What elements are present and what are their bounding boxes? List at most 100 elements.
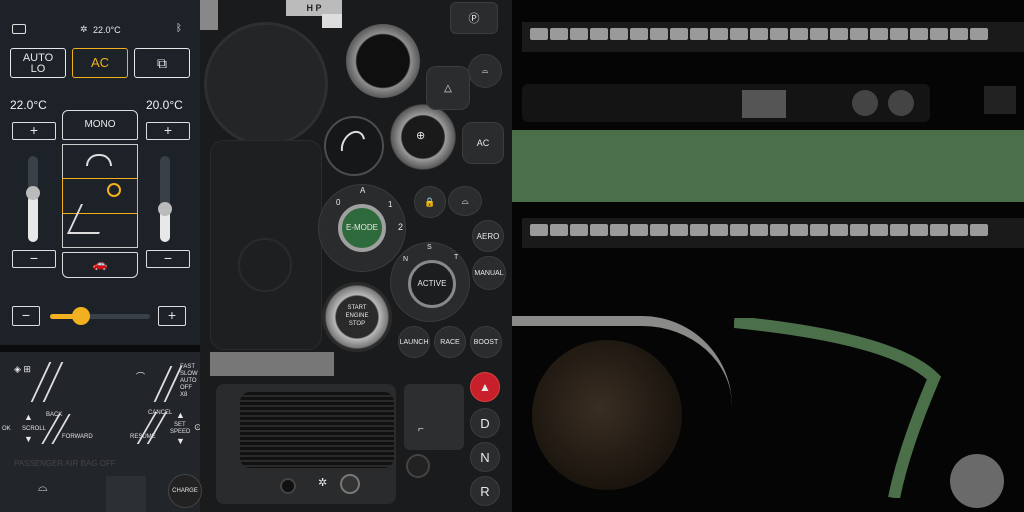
aero-button[interactable]: AERO [472,220,504,252]
fan-plus-button[interactable]: + [158,306,186,326]
mirror-adjust-knob[interactable] [346,24,420,98]
climate-panel: ✲ 22.0°C ᛒ AUTO LO AC ⧉ 22.0°C 20.0°C + … [0,0,200,345]
mono-button[interactable]: MONO [62,110,138,140]
right-temp-thumb[interactable] [158,202,172,216]
recirculation-button[interactable]: 🚗 [62,252,138,278]
fog-light-knob[interactable]: ⊕ [390,104,456,170]
wiper-slow-label: SLOW [180,371,198,377]
car-lift-icon: ⌓ [461,195,469,206]
car-icon: 🚗 [92,257,108,271]
gear-n-button[interactable]: N [470,442,500,472]
gear-r-button[interactable]: R [470,476,500,506]
left-temp-thumb[interactable] [26,186,40,200]
texture-pane [512,0,1024,512]
light-icons: ◈ ⊞ [14,364,31,374]
left-temp-minus-button[interactable]: − [12,250,56,268]
rear-defrost-button[interactable]: ⧉ [134,48,190,78]
hazard-button[interactable]: ▲ [470,372,500,402]
fan-minus-button[interactable]: − [12,306,40,326]
wiper-icon: ⌒ [136,372,146,382]
launch-button[interactable]: LAUNCH [398,326,430,358]
lift-button[interactable]: ⌓ [448,186,482,216]
windshield-heat-icon: ⌓ [481,66,489,75]
speaker-grille [240,392,394,468]
forward-label: FORWARD [62,434,93,440]
left-temp-slider[interactable] [26,156,40,242]
usb-port[interactable] [406,454,430,478]
grey-disc [950,454,1004,508]
scroll-label: SCROLL [22,426,47,432]
light-stalk-icon [30,362,64,402]
knob-b[interactable] [888,90,914,116]
led-strip-top [522,22,1024,52]
wiper-x8-label: X8 [180,392,188,398]
stalk-panel-detail [106,476,146,512]
windshield-heat-button[interactable]: ⌓ [468,54,502,88]
manual-button[interactable]: MANUAL [472,256,506,290]
fan-icon[interactable] [72,307,90,325]
suspension-knob[interactable] [324,116,384,176]
knob-a[interactable] [852,90,878,116]
green-stroke-svg [733,316,942,500]
right-temp-plus-button[interactable]: + [146,122,190,140]
hazard-icon: ▲ [479,380,491,394]
wiper-auto-label: AUTO [180,378,197,384]
set-label: SET [174,422,186,428]
race-button[interactable]: RACE [434,326,466,358]
convertible-icon: ⌓ [38,480,48,494]
radio-icon [12,24,26,34]
spoiler-button[interactable]: △ [426,66,470,110]
console-clip [200,0,218,30]
left-temp-plus-button[interactable]: + [12,122,56,140]
auto-button[interactable]: AUTO LO [10,48,66,78]
rear-defrost-icon: ⧉ [157,55,167,71]
head-icon [107,183,121,197]
emode-dial-1: 1 [388,200,393,209]
active-dial-t: T [454,254,459,261]
fan-speed-slider[interactable] [50,307,150,325]
left-temp-fill [28,195,38,242]
ac-console-button[interactable]: AC [462,122,504,164]
right-temp-minus-button[interactable]: − [146,250,190,268]
windshield-icon [86,154,112,166]
charge-button[interactable]: CHARGE [168,474,202,508]
auto-sub-label: LO [30,63,46,75]
brand-logo-icon [238,238,292,292]
texture-arc [512,316,732,406]
active-button[interactable]: ACTIVE [408,260,456,308]
speed-up-icon: ▲ [176,410,185,420]
fan-status-icon: ✲ [80,24,88,34]
lock-button[interactable]: 🔒 [414,186,446,218]
seat-switch[interactable]: ⌐ [404,384,464,450]
spoiler-icon: △ [444,82,452,94]
active-dial-n: N [403,256,409,263]
right-temp: 20.0°C [146,98,183,112]
boost-button[interactable]: BOOST [470,326,502,358]
start-label-1: START [347,305,367,311]
ok-label: OK [2,426,11,432]
gear-d-button[interactable]: D [470,408,500,438]
right-temp-slider[interactable] [158,156,172,242]
emode-dial-a: A [360,186,366,195]
start-engine-label: START ENGINE STOP [340,304,374,328]
wiper-fast-label: FAST [180,364,196,370]
windshield-airflow-button[interactable] [64,146,136,178]
emode-dial-0: 0 [336,198,341,207]
feet-airflow-button[interactable] [66,198,116,242]
bluetooth-icon: ᛒ [176,23,182,34]
aux-port[interactable] [280,478,296,494]
start-label-3: STOP [348,321,366,327]
ac-button[interactable]: AC [72,48,128,78]
dimmer-knob[interactable] [340,474,360,494]
scroll-up-icon: ▲ [24,412,33,422]
emode-button[interactable]: E-MODE [338,204,386,252]
fog-light-icon: ⊕ [416,130,426,142]
seat-icon-small: ⌐ [418,424,424,435]
parking-brake-button[interactable]: Ⓟ [450,2,498,34]
key-strip [210,352,334,376]
active-dial-s: S [427,244,432,251]
toggle-switch[interactable] [742,90,786,118]
cupholder-lid[interactable] [204,22,328,146]
scroll-down-icon: ▼ [24,434,33,444]
green-stroke [733,316,954,500]
